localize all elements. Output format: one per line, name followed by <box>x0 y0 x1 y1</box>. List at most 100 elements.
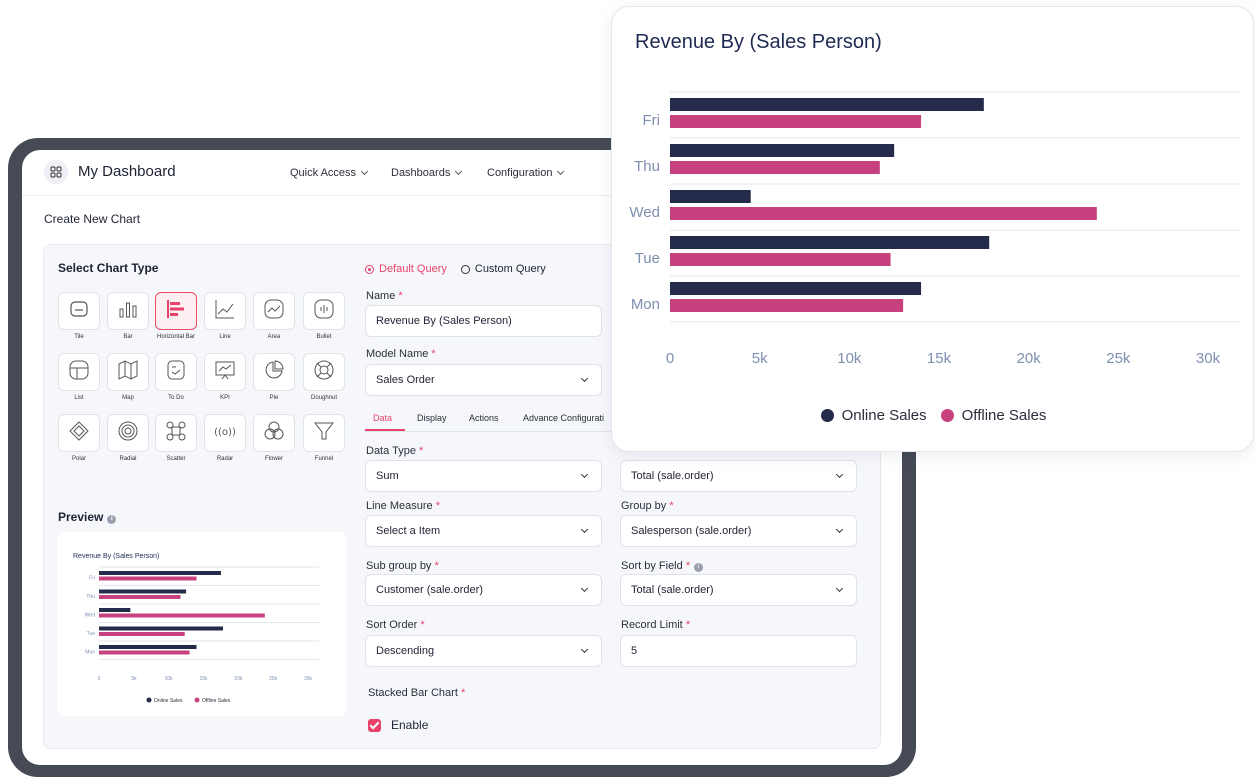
tab-data[interactable]: Data <box>373 413 392 423</box>
chevron-down-icon <box>835 525 844 533</box>
group-by-label: Group by * <box>621 500 674 512</box>
chart-type-polar[interactable]: Polar <box>56 414 102 462</box>
preview-title: Preview i <box>58 510 117 525</box>
chart-type-area[interactable]: Area <box>251 292 297 340</box>
x-tick-label: 0 <box>666 350 674 367</box>
doughnut-icon <box>312 358 336 387</box>
measure-value: Total (sale.order) <box>631 470 714 482</box>
x-tick-label: 0 <box>98 676 101 682</box>
chart-type-scatter[interactable]: Scatter <box>153 414 199 462</box>
bar-offline-sales <box>670 299 904 312</box>
chart-type-radial[interactable]: Radial <box>105 414 151 462</box>
legend-label: Online Sales <box>154 698 183 704</box>
chart-type-kpi[interactable]: KPI <box>202 353 248 401</box>
chart-type-to-do[interactable]: To Do <box>153 353 199 401</box>
default-query-radio[interactable]: Default Query <box>365 263 447 275</box>
label-text: Data Type <box>366 445 416 457</box>
chart-type-tile <box>155 353 197 391</box>
chart-type-funnel[interactable]: Funnel <box>301 414 347 462</box>
bar-offline-sales <box>670 253 891 266</box>
bar-offline-sales <box>670 161 880 174</box>
chart-type-pie[interactable]: Pie <box>251 353 297 401</box>
legend-label: Offline Sales <box>202 698 231 704</box>
chevron-down-icon <box>360 167 369 176</box>
record-limit-input[interactable]: 5 <box>620 635 857 667</box>
chart-type-flower[interactable]: Flower <box>251 414 297 462</box>
legend-swatch <box>146 697 152 703</box>
required-mark: * <box>420 619 425 631</box>
name-input[interactable]: Revenue By (Sales Person) <box>365 305 602 337</box>
group-by-select[interactable]: Salesperson (sale.order) <box>620 515 857 547</box>
legend-item-online[interactable]: Online Sales <box>820 407 927 424</box>
scatter-icon <box>164 419 188 448</box>
chart-type-horizontal-bar[interactable]: Horizontal Bar <box>153 292 199 340</box>
custom-query-radio[interactable]: Custom Query <box>460 263 546 275</box>
info-icon[interactable]: i <box>107 515 117 524</box>
chart-preview-card: Revenue By (Sales Person) Fri Thu Wed Tue Mo… <box>611 6 1254 452</box>
sort-order-value: Descending <box>376 645 435 657</box>
required-mark: * <box>435 500 440 512</box>
line-measure-select[interactable]: Select a Item <box>365 515 602 547</box>
nav-configuration[interactable]: Configuration <box>487 167 565 179</box>
label-text: Sort Order <box>366 619 418 631</box>
chevron-down-icon <box>835 470 844 478</box>
x-tick-label: 25k <box>1106 350 1131 367</box>
chart-type-radar[interactable]: ((o)) Radar <box>202 414 248 462</box>
chart-legend: Online Sales Offline Sales <box>612 407 1255 424</box>
line-measure-label: Line Measure * <box>366 500 440 512</box>
chart-type-line[interactable]: Line <box>202 292 248 340</box>
measure-select[interactable]: Total (sale.order) <box>620 460 857 492</box>
tab-advance-configuration[interactable]: Advance Configurati <box>523 413 604 423</box>
chart-type-label: Flower <box>264 456 283 462</box>
bar-online-sales <box>670 236 990 249</box>
sort-field-select[interactable]: Total (sale.order) <box>620 574 857 606</box>
tab-actions[interactable]: Actions <box>469 413 499 423</box>
chart-type-bullet[interactable]: Bullet <box>301 292 347 340</box>
model-name-select[interactable]: Sales Order <box>365 364 602 396</box>
enable-checkbox[interactable] <box>368 718 381 732</box>
enable-checkbox-row[interactable]: Enable <box>368 718 428 732</box>
chart-type-tile[interactable]: Tile <box>56 292 102 340</box>
nav-dashboards[interactable]: Dashboards <box>391 167 463 179</box>
app-title: My Dashboard <box>78 163 176 180</box>
stacked-bar-label: Stacked Bar Chart * <box>368 687 465 699</box>
info-icon[interactable]: i <box>694 563 704 572</box>
label-text: Stacked Bar Chart <box>368 687 458 699</box>
nav-quick-access[interactable]: Quick Access <box>290 167 369 179</box>
data-type-select[interactable]: Sum <box>365 460 602 492</box>
chart-type-label: To Do <box>168 395 184 401</box>
bar-online-sales <box>670 144 895 157</box>
bar-offline-sales <box>99 576 197 581</box>
label-text: Line Measure <box>366 500 433 512</box>
sub-group-select[interactable]: Customer (sale.order) <box>365 574 602 606</box>
bar-online-sales <box>99 571 221 575</box>
bar-online-sales <box>99 645 197 649</box>
chart-type-doughnut[interactable]: Doughnut <box>301 353 347 401</box>
chart-type-list[interactable]: List <box>56 353 102 401</box>
chart-type-label: Bullet <box>316 334 332 340</box>
required-mark: * <box>460 687 466 699</box>
sort-order-select[interactable]: Descending <box>365 635 602 667</box>
chevron-down-icon <box>835 584 844 592</box>
radio-label: Default Query <box>379 263 447 275</box>
app-grid-icon[interactable] <box>44 160 68 184</box>
chevron-down-icon <box>580 645 589 653</box>
chart-type-label: Horizontal Bar <box>156 334 195 340</box>
chart-type-map[interactable]: Map <box>105 353 151 401</box>
x-tick-label: 15k <box>199 676 208 682</box>
label-text: Name <box>366 290 396 302</box>
chart-type-tile <box>303 292 345 330</box>
chart-type-bar[interactable]: Bar <box>105 292 151 340</box>
chart-type-tile <box>107 414 149 452</box>
legend-label: Online Sales <box>841 407 927 424</box>
data-type-label: Data Type * <box>366 445 423 457</box>
chart-type-section-title: Select Chart Type <box>58 261 159 275</box>
preview-label: Preview <box>58 510 104 524</box>
label-text: Sort by Field <box>621 560 683 572</box>
bar-offline-sales <box>99 595 181 599</box>
chevron-down-icon <box>580 470 589 478</box>
tab-display[interactable]: Display <box>417 413 447 423</box>
label-text: Sub group by <box>366 560 432 572</box>
bar-offline-sales <box>99 650 190 655</box>
legend-item-offline[interactable]: Offline Sales <box>940 407 1046 424</box>
